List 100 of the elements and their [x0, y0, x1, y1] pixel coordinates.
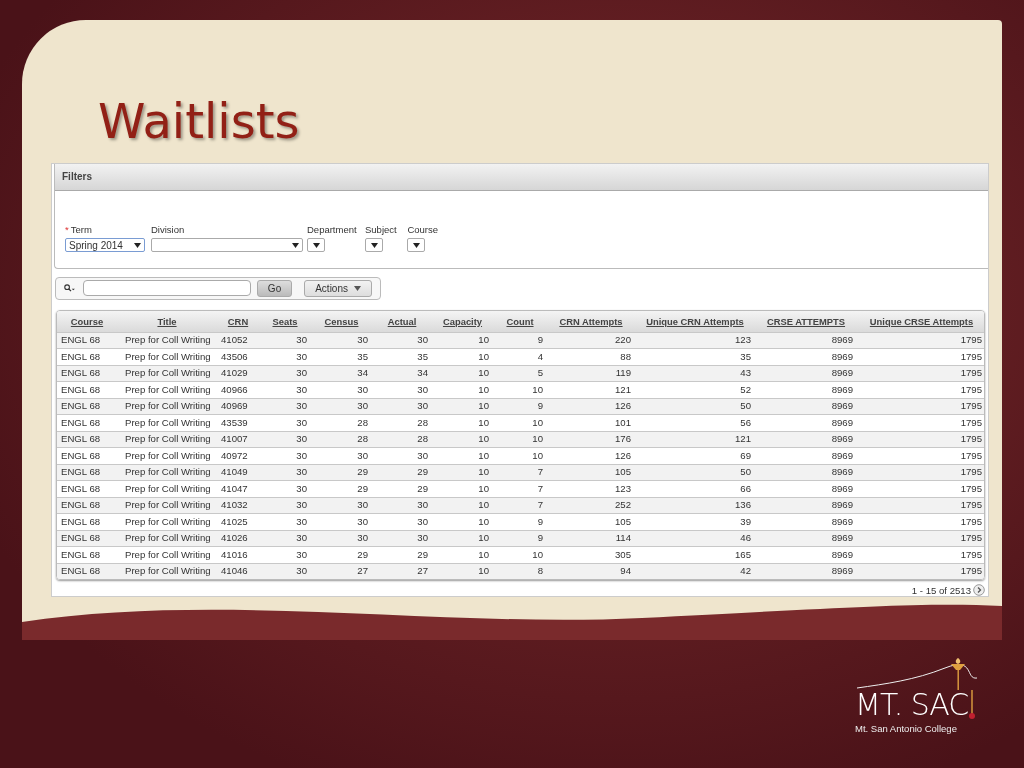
table-cell: 27: [311, 563, 372, 579]
table-cell: 30: [311, 398, 372, 415]
torch-handle-icon: [968, 690, 977, 720]
table-cell: 29: [311, 464, 372, 481]
table-cell: 41032: [217, 497, 259, 514]
table-cell: ENGL 68: [57, 332, 117, 349]
filters-heading: Filters: [55, 164, 988, 191]
table-cell: 105: [547, 464, 635, 481]
table-cell: 10: [432, 332, 493, 349]
table-cell: 8: [493, 563, 547, 579]
table-cell: 8969: [755, 398, 857, 415]
filter-label: Subject: [365, 224, 397, 235]
next-page-icon[interactable]: [973, 584, 985, 596]
actions-button[interactable]: Actions: [304, 279, 372, 297]
table-cell: 220: [547, 332, 635, 349]
table-cell: 8969: [755, 365, 857, 382]
table-cell: 8969: [755, 431, 857, 448]
go-button[interactable]: Go: [256, 279, 293, 297]
table-cell: 27: [372, 563, 432, 579]
table-cell: 41029: [217, 365, 259, 382]
table-cell: 30: [311, 530, 372, 547]
table-cell: 8969: [755, 464, 857, 481]
search-field[interactable]: [82, 280, 251, 297]
table-cell: 30: [259, 530, 311, 547]
required-mark: *: [65, 224, 69, 235]
logo-subtitle: Mt. San Antonio College: [855, 723, 957, 734]
table-cell: 10: [432, 365, 493, 382]
table-cell: 8969: [755, 563, 857, 579]
table-cell: 1795: [857, 563, 984, 579]
table-cell: 1795: [857, 398, 984, 415]
table-cell: 30: [259, 464, 311, 481]
dropdown-field[interactable]: [307, 238, 325, 252]
table-cell: 121: [635, 431, 755, 448]
table-cell: Prep for Coll Writing: [117, 497, 217, 514]
table-cell: Prep for Coll Writing: [117, 464, 217, 481]
dropdown-field[interactable]: Spring 2014: [65, 238, 145, 252]
table-cell: 7: [493, 464, 547, 481]
caret-icon: [354, 285, 361, 291]
table-cell: 9: [493, 398, 547, 415]
table-cell: 41052: [217, 332, 259, 349]
table-cell: 94: [547, 563, 635, 579]
caret-icon: [134, 242, 141, 248]
table-cell: ENGL 68: [57, 431, 117, 448]
table-cell: 50: [635, 398, 755, 415]
table-cell: 1795: [857, 530, 984, 547]
table-cell: Prep for Coll Writing: [117, 332, 217, 349]
table-cell: ENGL 68: [57, 497, 117, 514]
filter-label: Department: [307, 224, 357, 235]
table-cell: 123: [635, 332, 755, 349]
table-cell: 10: [493, 431, 547, 448]
table-cell: 30: [259, 431, 311, 448]
dropdown-field[interactable]: [365, 238, 383, 252]
table-cell: 34: [372, 365, 432, 382]
table-cell: ENGL 68: [57, 563, 117, 579]
table-cell: 41049: [217, 464, 259, 481]
table-cell: 30: [311, 497, 372, 514]
table-cell: ENGL 68: [57, 530, 117, 547]
table-cell: 41007: [217, 431, 259, 448]
table-cell: 8969: [755, 332, 857, 349]
table-cell: 41026: [217, 530, 259, 547]
slide-title: Waitlists: [98, 92, 300, 150]
table-cell: 43: [635, 365, 755, 382]
logo-name: MT. SAC: [855, 690, 969, 720]
table-cell: 30: [311, 332, 372, 349]
column-header[interactable]: Title: [157, 315, 177, 327]
filter-label: Term: [70, 224, 92, 235]
caret-icon: [312, 242, 320, 248]
table-cell: 176: [547, 431, 635, 448]
table-cell: Prep for Coll Writing: [117, 530, 217, 547]
table-cell: 7: [493, 497, 547, 514]
table-cell: 41046: [217, 563, 259, 579]
search-icon[interactable]: [64, 283, 75, 294]
caret-icon: [412, 242, 420, 248]
table-cell: 252: [547, 497, 635, 514]
table-cell: 30: [259, 563, 311, 579]
table-cell: 1795: [857, 365, 984, 382]
table-cell: 8969: [755, 497, 857, 514]
table-cell: 8969: [755, 530, 857, 547]
table-cell: 10: [432, 530, 493, 547]
filter-label: Division: [151, 224, 185, 235]
filter-label: Course: [407, 224, 438, 235]
table-cell: 30: [259, 332, 311, 349]
table-cell: ENGL 68: [57, 398, 117, 415]
table-cell: 30: [259, 365, 311, 382]
table-cell: 30: [259, 497, 311, 514]
table-cell: 10: [432, 398, 493, 415]
dropdown-field[interactable]: [151, 238, 303, 252]
table-cell: 30: [372, 530, 432, 547]
table-cell: Prep for Coll Writing: [117, 365, 217, 382]
table-cell: 10: [432, 497, 493, 514]
table-cell: 42: [635, 563, 755, 579]
table-cell: ENGL 68: [57, 464, 117, 481]
dropdown-field[interactable]: [407, 238, 426, 252]
table-cell: 28: [311, 431, 372, 448]
table-cell: 114: [547, 530, 635, 547]
table-cell: 10: [432, 464, 493, 481]
table-cell: 10: [432, 431, 493, 448]
table-cell: 40969: [217, 398, 259, 415]
table-cell: 136: [635, 497, 755, 514]
table-cell: 1795: [857, 464, 984, 481]
